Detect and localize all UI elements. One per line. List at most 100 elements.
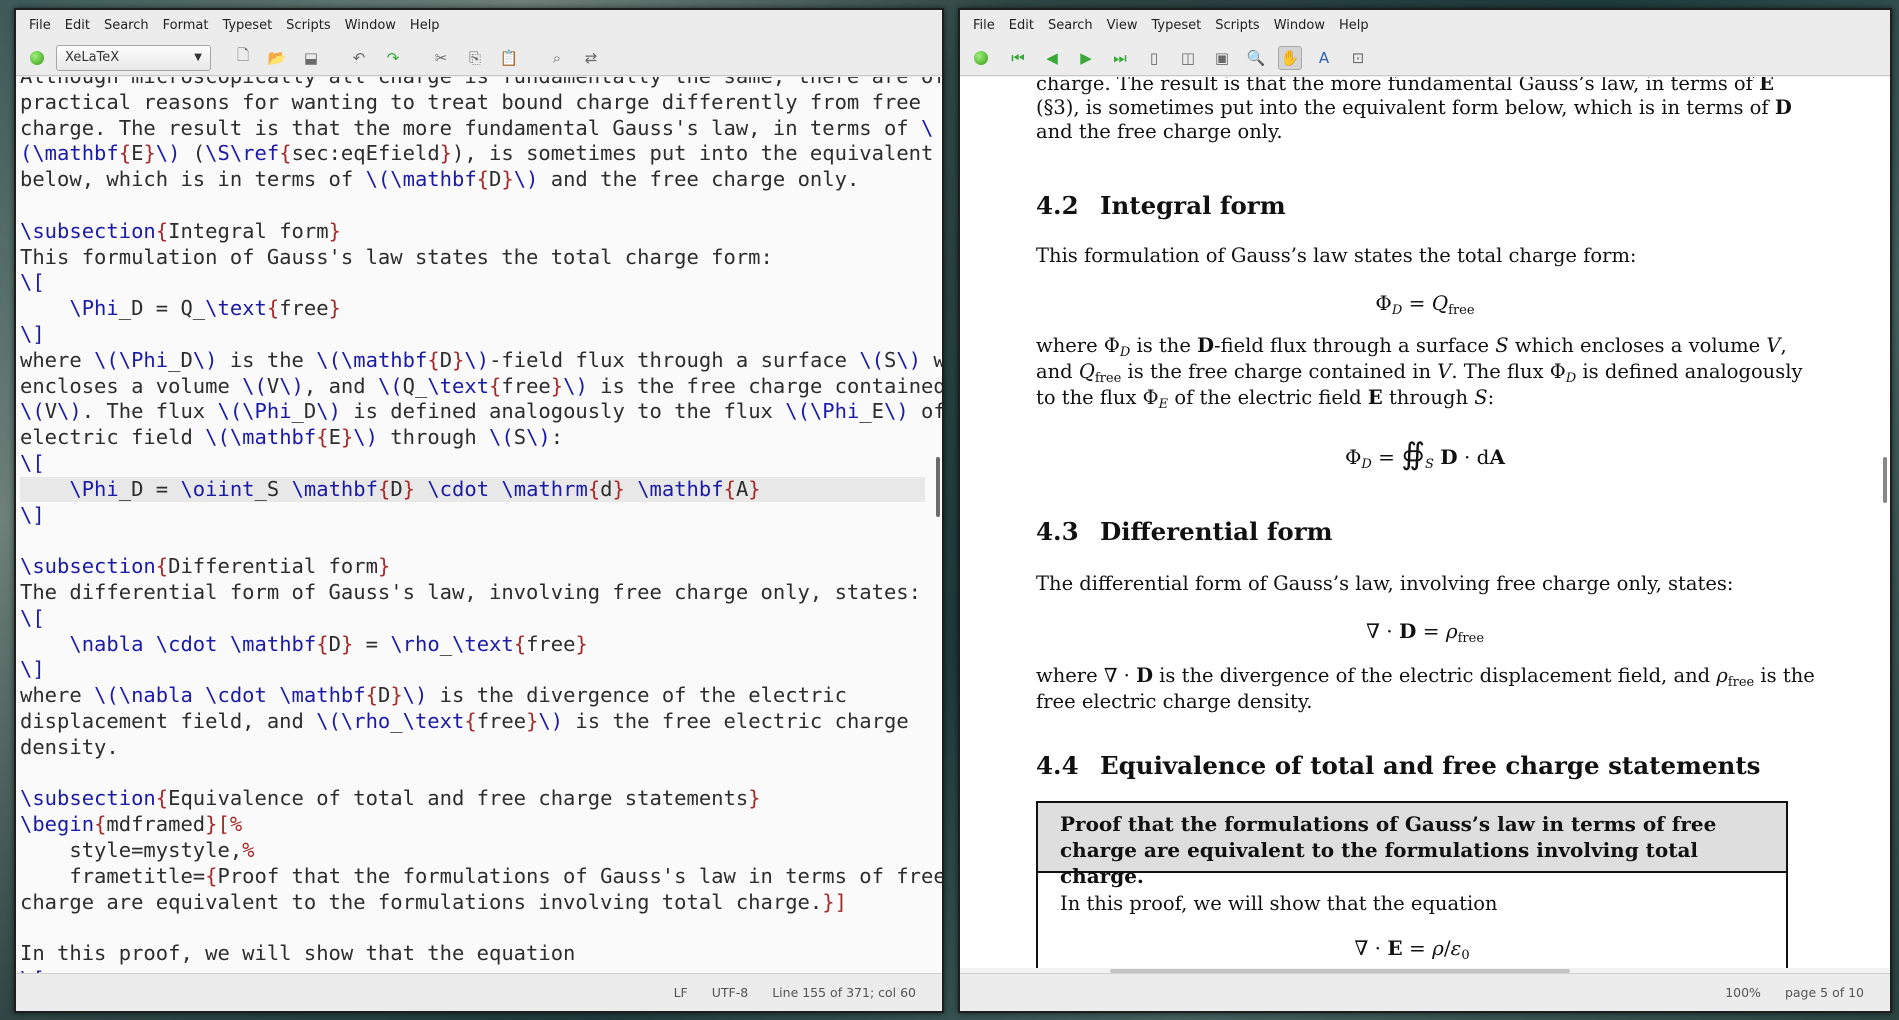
section-heading-4-3: 4.3 Differential form [1036, 517, 1333, 546]
select-text-icon[interactable]: A [1312, 46, 1336, 70]
viewer-menu-view[interactable]: View [1100, 18, 1145, 33]
code-line[interactable]: \[ [20, 451, 925, 476]
single-page-icon[interactable]: ▯ [1142, 46, 1166, 70]
viewer-menu-help[interactable]: Help [1332, 18, 1376, 33]
proof-intro-text: In this proof, we will show that the equ… [1060, 892, 1498, 915]
editor-menu-window[interactable]: Window [338, 18, 403, 33]
code-line[interactable]: \[ [20, 270, 925, 295]
equation: ∇ · E = ρ/ε0 [1354, 936, 1470, 963]
doc-text-line: charge. The result is that the more fund… [1036, 77, 1774, 95]
code-line[interactable]: \begin{mdframed}[% [20, 812, 925, 837]
code-line[interactable] [20, 528, 925, 553]
undo-icon[interactable]: ↶ [347, 46, 371, 70]
code-line[interactable]: charge are equivalent to the formulation… [20, 890, 925, 915]
code-line[interactable]: \Phi_D = Q_\text{free} [20, 296, 925, 321]
engine-select[interactable]: XeLaTeX ▼ [56, 44, 211, 71]
code-line[interactable] [20, 193, 925, 218]
doc-text-line: This formulation of Gauss’s law states t… [1036, 244, 1637, 267]
page-indicator: page 5 of 10 [1784, 985, 1864, 1000]
code-line[interactable]: \(V\). The flux \(\Phi_D\) is defined an… [20, 399, 942, 424]
code-line[interactable]: style=mystyle,% [20, 838, 925, 863]
code-line[interactable]: practical reasons for wanting to treat b… [20, 90, 925, 115]
line-ending-indicator[interactable]: LF [674, 985, 688, 1000]
typeset-icon[interactable] [974, 50, 988, 65]
hand-tool-icon[interactable]: ✋ [1278, 45, 1302, 70]
paste-icon[interactable]: 📋 [497, 46, 521, 70]
fit-window-icon[interactable]: ▣ [1210, 46, 1234, 70]
open-folder-icon[interactable]: 📂 [265, 46, 289, 70]
last-page-icon[interactable]: ⏭ [1108, 46, 1132, 70]
save-icon[interactable]: ⬓ [299, 46, 323, 70]
prev-page-icon[interactable]: ◀ [1040, 46, 1064, 70]
first-page-icon[interactable]: ⏮ [1006, 46, 1030, 70]
code-line[interactable]: charge. The result is that the more fund… [20, 116, 933, 141]
editor-scrollbar[interactable] [936, 457, 940, 517]
zoom-region-icon[interactable]: ⊡ [1346, 46, 1370, 70]
viewer-menu-window[interactable]: Window [1267, 18, 1332, 33]
editor-menu-file[interactable]: File [22, 18, 58, 33]
find-icon[interactable]: ⌕ [545, 46, 569, 70]
viewer-statusbar: 100% page 5 of 10 [960, 973, 1890, 1011]
proof-frame: Proof that the formulations of Gauss’s l… [1036, 801, 1788, 970]
code-editor[interactable]: Although microscopically all charge is f… [16, 77, 942, 975]
fit-width-icon[interactable]: ◫ [1176, 46, 1200, 70]
magnify-icon[interactable]: 🔍 [1244, 46, 1268, 70]
editor-menu-scripts[interactable]: Scripts [279, 18, 337, 33]
code-line[interactable]: frametitle={Proof that the formulations … [20, 864, 942, 889]
code-line[interactable]: \] [20, 657, 925, 682]
editor-menu-search[interactable]: Search [97, 18, 156, 33]
code-line[interactable]: electric field \(\mathbf{E}\) through \(… [20, 425, 925, 450]
viewer-menu-typeset[interactable]: Typeset [1144, 18, 1208, 33]
redo-icon[interactable]: ↷ [381, 46, 405, 70]
doc-text-line: free electric charge density. [1036, 690, 1313, 713]
new-file-icon[interactable]: 🗋 [231, 46, 255, 70]
code-line[interactable]: In this proof, we will show that the equ… [20, 941, 925, 966]
proof-frame-title: Proof that the formulations of Gauss’s l… [1038, 803, 1786, 888]
code-line[interactable] [20, 761, 925, 786]
viewer-menu-search[interactable]: Search [1041, 18, 1100, 33]
code-line[interactable]: \] [20, 322, 925, 347]
replace-icon[interactable]: ⇄ [579, 46, 603, 70]
viewer-menu-scripts[interactable]: Scripts [1208, 18, 1266, 33]
viewer-menu-edit[interactable]: Edit [1002, 18, 1041, 33]
code-line[interactable]: encloses a volume \(V\), and \(Q_\text{f… [20, 374, 942, 399]
viewer-menu-file[interactable]: File [966, 18, 1002, 33]
chevron-down-icon: ▼ [194, 52, 202, 63]
viewer-vertical-scrollbar[interactable] [1883, 457, 1887, 503]
code-line[interactable]: where \(\nabla \cdot \mathbf{D}\) is the… [20, 683, 925, 708]
code-line[interactable]: \subsection{Integral form} [20, 219, 925, 244]
editor-menubar: File Edit Search Format Typeset Scripts Window… [16, 10, 942, 40]
code-line[interactable]: The differential form of Gauss's law, in… [20, 580, 925, 605]
code-line[interactable]: below, which is in terms of \(\mathbf{D}… [20, 167, 925, 192]
code-line[interactable]: \subsection{Equivalence of total and fre… [20, 786, 925, 811]
code-line[interactable]: \subsection{Differential form} [20, 554, 925, 579]
editor-menu-help[interactable]: Help [403, 18, 447, 33]
code-line-current[interactable]: \Phi_D = \oiint_S \mathbf{D} \cdot \math… [20, 476, 925, 502]
editor-menu-format[interactable]: Format [156, 18, 216, 33]
section-heading-4-4: 4.4 Equivalence of total and free charge … [1036, 751, 1761, 780]
cut-icon[interactable]: ✂ [429, 46, 453, 70]
editor-menu-edit[interactable]: Edit [58, 18, 97, 33]
doc-text-line: The differential form of Gauss’s law, in… [1036, 572, 1734, 595]
typeset-button[interactable] [30, 50, 44, 65]
editor-menu-typeset[interactable]: Typeset [215, 18, 279, 33]
code-line[interactable]: \[ [20, 606, 925, 631]
next-page-icon[interactable]: ▶ [1074, 46, 1098, 70]
zoom-level[interactable]: 100% [1725, 985, 1761, 1000]
code-line[interactable]: Although microscopically all charge is f… [20, 77, 942, 89]
pdf-page-view[interactable]: charge. The result is that the more fund… [960, 77, 1890, 970]
code-line[interactable]: (\mathbf{E}\) (\S\ref{sec:eqEfield}), is… [20, 141, 933, 166]
code-line[interactable]: \] [20, 503, 925, 528]
doc-text-line: and the free charge only. [1036, 120, 1283, 143]
code-line[interactable]: \nabla \cdot \mathbf{D} = \rho_\text{fre… [20, 632, 925, 657]
section-heading-4-2: 4.2 Integral form [1036, 191, 1286, 220]
encoding-indicator[interactable]: UTF-8 [712, 985, 748, 1000]
code-line[interactable]: density. [20, 735, 925, 760]
doc-text-line: (§3), is sometimes put into the equivale… [1036, 96, 1792, 119]
code-line[interactable]: This formulation of Gauss's law states t… [20, 245, 925, 270]
code-line[interactable] [20, 915, 925, 940]
copy-icon[interactable]: ⎘ [463, 46, 487, 70]
code-line[interactable]: where \(\Phi_D\) is the \(\mathbf{D}\)-f… [20, 348, 942, 373]
equation: ∇ · D = ρfree [1365, 619, 1485, 646]
code-line[interactable]: displacement field, and \(\rho_\text{fre… [20, 709, 925, 734]
